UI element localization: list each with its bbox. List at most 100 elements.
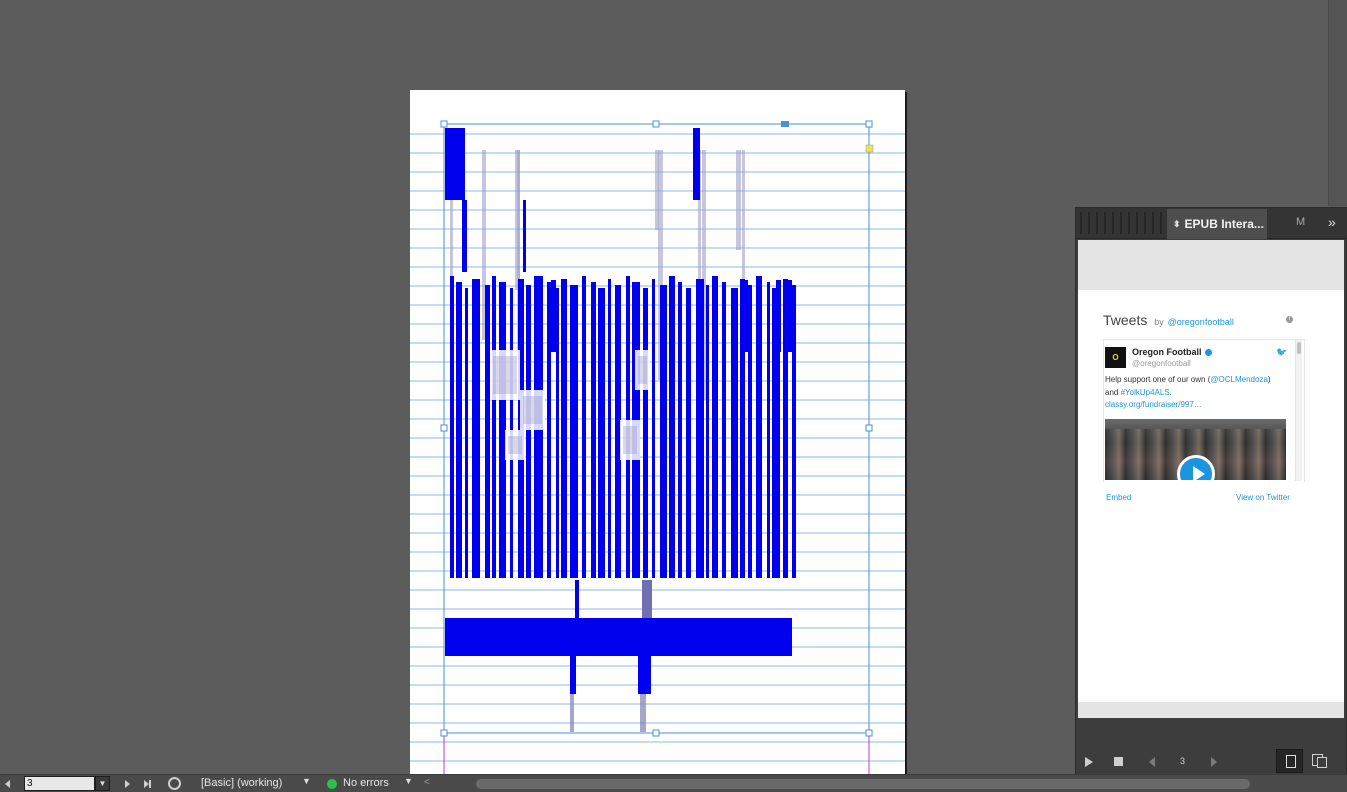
artwork-bar [748, 285, 752, 578]
artwork-bar [485, 285, 490, 578]
verified-icon [1204, 349, 1212, 357]
tweet-text-part: and [1105, 387, 1121, 397]
artwork-bar [792, 285, 796, 578]
tweet-author-name[interactable]: Oregon Football [1132, 347, 1212, 357]
artwork-stripe [523, 396, 542, 424]
panel-expand-icon[interactable]: » [1328, 214, 1336, 230]
artwork-bar [492, 276, 496, 578]
artwork-bar [582, 276, 586, 578]
artwork-bar [772, 288, 780, 578]
artwork-bar [523, 200, 526, 272]
artwork-stripe [570, 694, 574, 732]
timeline-handle-link[interactable]: @oregonfootball [1168, 317, 1234, 327]
error-status[interactable]: No errors [343, 777, 389, 789]
tweet-author-handle[interactable]: @oregonfootball [1132, 359, 1191, 368]
tweet-text-part: Help support one of our own ( [1105, 375, 1211, 384]
chevron-down-icon[interactable]: ▼ [95, 776, 110, 791]
selection-handle [440, 120, 448, 128]
preflight-profile[interactable]: [Basic] (working) [201, 777, 282, 789]
selection-handle [652, 729, 660, 737]
horizontal-scrollbar[interactable] [476, 779, 1250, 789]
status-bar: 3 ▼ [Basic] (working) ▼ No errors ▼ < [0, 774, 1347, 792]
tweet-text-part: . [1169, 387, 1172, 397]
chevron-updown-icon: ⬍ [1173, 218, 1181, 229]
artwork-stripe [623, 426, 637, 454]
artwork-bar [472, 279, 480, 578]
preview-document-icon[interactable] [1310, 752, 1328, 768]
tab-epub-interactivity[interactable]: ⬍ EPUB Intera... [1167, 209, 1267, 239]
artwork-stripe [742, 150, 745, 290]
timeline-scrollbar[interactable] [1295, 340, 1302, 481]
tab-label: EPUB Intera... [1184, 217, 1264, 231]
artwork-bar [499, 282, 506, 578]
artwork-bar [598, 288, 605, 578]
tweet-mention-link[interactable]: @OCLMendoza [1210, 375, 1267, 384]
artwork-bar [696, 279, 704, 578]
next-icon[interactable] [1211, 757, 1217, 767]
artwork-stripe [640, 694, 646, 732]
avatar[interactable]: O [1105, 347, 1126, 368]
artwork-bar [591, 282, 596, 578]
last-page-icon[interactable] [144, 780, 151, 788]
artwork-bar [575, 580, 579, 618]
panel-grip[interactable] [1096, 212, 1098, 234]
panel-grip[interactable] [1136, 212, 1138, 234]
panel-grip[interactable] [1152, 212, 1154, 234]
document-page[interactable] [410, 90, 905, 774]
preview-bottom-band [1078, 702, 1344, 718]
preflight-icon[interactable] [168, 777, 181, 790]
next-page-icon[interactable] [125, 780, 130, 788]
artwork-bar [456, 282, 462, 578]
tweet-video-thumbnail[interactable] [1105, 419, 1286, 480]
panel-grip[interactable] [1088, 212, 1090, 234]
artwork-bar [669, 276, 675, 578]
artwork-bar [693, 128, 700, 200]
panel-grip[interactable] [1144, 212, 1146, 234]
panel-grip[interactable] [1112, 212, 1114, 234]
chevron-down-icon[interactable]: ▼ [404, 776, 413, 786]
panel-tab-bar: ⬍ EPUB Intera... M » [1076, 208, 1347, 239]
stop-icon[interactable] [1114, 757, 1123, 766]
selection-handle [440, 424, 448, 432]
artwork-bar [526, 285, 531, 578]
embed-link[interactable]: Embed [1106, 493, 1131, 502]
view-on-twitter-link[interactable]: View on Twitter [1236, 493, 1290, 502]
artwork-bar [561, 279, 567, 578]
artwork-bar [740, 279, 745, 578]
artwork-bar [783, 279, 788, 578]
artwork-bar [608, 279, 611, 578]
info-icon[interactable]: i [1286, 316, 1293, 323]
panel-grip[interactable] [1120, 212, 1122, 234]
scrollbar-thumb[interactable] [1297, 342, 1301, 354]
panel-grip[interactable] [1104, 212, 1106, 234]
epub-interactivity-panel: ⬍ EPUB Intera... M » Tweets by @oregonfo… [1075, 207, 1347, 782]
status-ok-icon [327, 779, 337, 789]
scroll-left-icon[interactable]: < [424, 777, 430, 788]
artwork-bar [556, 288, 559, 578]
artwork-bar [551, 280, 556, 352]
artwork-bar [642, 580, 652, 618]
artwork-bar [465, 288, 468, 578]
chevron-down-icon[interactable]: ▼ [302, 776, 311, 786]
selection-handle [865, 424, 873, 432]
panel-grip[interactable] [1128, 212, 1130, 234]
page-number-field[interactable]: 3 [24, 776, 95, 791]
preview-spread-icon[interactable] [1276, 749, 1303, 773]
panel-grip[interactable] [1080, 212, 1082, 234]
timeline-by: by [1154, 317, 1164, 327]
artwork-bar [643, 288, 648, 578]
previous-page-icon[interactable] [5, 780, 10, 788]
artwork-bar [445, 128, 465, 200]
vertical-scrollbar[interactable] [1328, 0, 1347, 206]
artwork-bar [445, 618, 792, 656]
panel-grip[interactable] [1160, 212, 1162, 234]
previous-icon[interactable] [1149, 757, 1155, 767]
tweet-url-link[interactable]: classy.org/fundraiser/997… [1105, 400, 1202, 409]
tab-secondary[interactable]: M [1296, 216, 1305, 228]
artwork-stripe [493, 356, 517, 394]
artwork-bar [652, 279, 655, 578]
timeline-title: Tweets [1103, 312, 1148, 328]
play-icon[interactable] [1085, 757, 1093, 767]
tweet-hashtag-link[interactable]: #YolkUp4ALS [1121, 388, 1170, 397]
artwork-bar [570, 656, 576, 694]
